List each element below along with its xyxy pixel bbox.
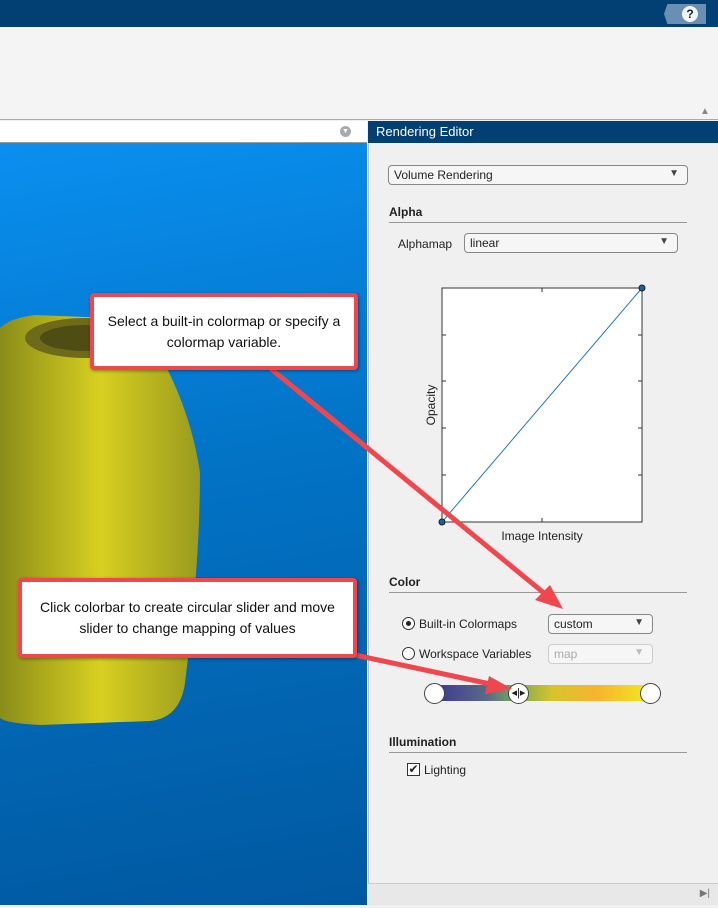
callout-colormap: Select a built-in colormap or specify a … — [90, 293, 358, 370]
annotation-arrows — [268, 366, 563, 694]
callout-colorbar: Click colorbar to create circular slider… — [18, 578, 357, 658]
